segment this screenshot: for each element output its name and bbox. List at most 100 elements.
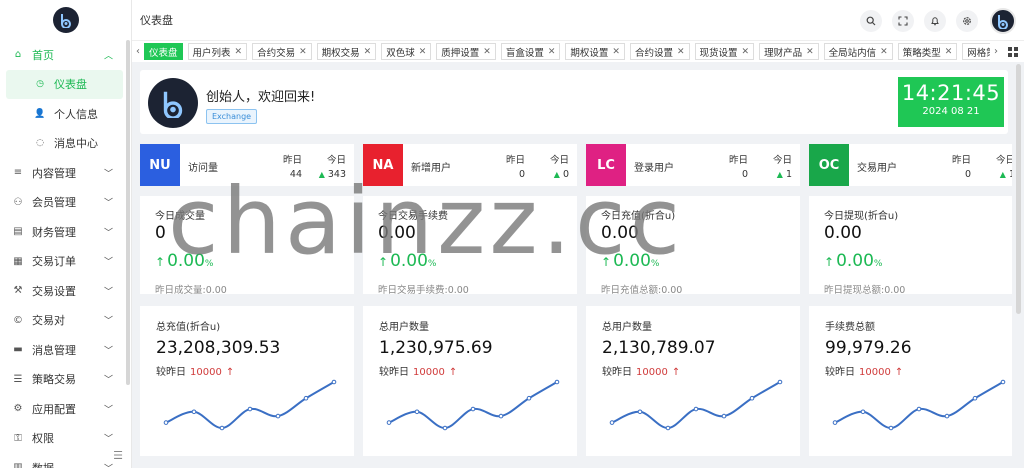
- yesterday-label: 昨日: [951, 155, 971, 166]
- sidebar-item-home[interactable]: ⌂ 首页 ︿: [0, 40, 131, 70]
- sidebar-item-data[interactable]: ▥ 数据 ﹀: [0, 453, 131, 468]
- tab-6[interactable]: 盲盒设置 ✕: [500, 43, 561, 60]
- arrow-up-icon: ▲: [776, 170, 783, 179]
- close-icon[interactable]: ✕: [677, 47, 685, 57]
- sparkline-line: [165, 381, 335, 430]
- sidebar-item-message[interactable]: ◌ 消息中心: [6, 129, 123, 159]
- welcome-card: 创始人，欢迎回来! Exchange 14:21:45 2024 08 21: [140, 70, 1008, 134]
- tab-label: 仪表盘: [149, 47, 178, 59]
- sidebar-item-user[interactable]: 👤 个人信息: [6, 99, 123, 129]
- close-icon[interactable]: ✕: [612, 47, 620, 57]
- stat-yesterday: 昨日 44: [283, 152, 302, 180]
- tab-11[interactable]: 全局站内信 ✕: [823, 43, 893, 60]
- volume-label: 今日充值(折合u): [601, 211, 676, 222]
- tab-label: 合约设置: [634, 47, 673, 59]
- tab-5[interactable]: 质押设置 ✕: [436, 43, 496, 60]
- percent-value: 0.00: [390, 251, 428, 271]
- percent-sign: %: [204, 259, 214, 269]
- bell-icon[interactable]: [924, 10, 946, 32]
- logo[interactable]: [0, 0, 131, 40]
- sidebar-item-label: 消息中心: [54, 137, 98, 151]
- collapse-menu-icon[interactable]: ☰: [113, 449, 123, 462]
- total-card: 总用户数量 1,230,975.69 较昨日 10000 ↑: [363, 306, 577, 456]
- sparkline-point: [637, 409, 643, 415]
- tab-13[interactable]: 网格策略✕: [962, 43, 990, 60]
- tab-7[interactable]: 期权设置 ✕: [565, 43, 625, 60]
- sparkline-point: [749, 395, 755, 401]
- user-avatar[interactable]: [990, 8, 1016, 34]
- tab-label: 全局站内信: [828, 47, 877, 59]
- volume-label: 今日交易手续费: [378, 211, 448, 222]
- tabs-scroll-left-icon[interactable]: ‹: [132, 46, 144, 57]
- daily-volume-card: 今日充值(折合u) 0.00 ↑ 0.00% 昨日充值总额:0.00: [586, 196, 800, 296]
- close-icon[interactable]: ✕: [806, 47, 814, 57]
- stat-badge: LC: [586, 144, 626, 186]
- tab-2[interactable]: 合约交易 ✕: [252, 43, 312, 60]
- sidebar-item-order[interactable]: ▦ 交易订单 ﹀: [0, 247, 131, 277]
- yesterday-value: 0: [741, 169, 748, 180]
- chevron-up-icon: ︿: [103, 51, 113, 62]
- total-label: 总充值(折合u): [156, 322, 221, 333]
- sparkline-point: [526, 395, 532, 401]
- sidebar-item-dashboard[interactable]: ◷ 仪表盘: [6, 69, 123, 99]
- percent-sign: %: [873, 259, 883, 269]
- volume-yesterday: 昨日充值总额:0.00: [601, 285, 683, 296]
- list-icon: ≡: [13, 167, 23, 179]
- total-label: 总用户数量: [602, 322, 652, 333]
- sidebar-item-finance[interactable]: ▤ 财务管理 ﹀: [0, 217, 131, 247]
- arrow-up-icon: ↑: [155, 255, 166, 269]
- sidebar-item-label: 会员管理: [32, 196, 76, 210]
- page-scrollbar[interactable]: [1012, 62, 1024, 468]
- role-tag: Exchange: [206, 109, 258, 124]
- arrow-up-icon: ▲: [999, 170, 1006, 179]
- close-icon[interactable]: ✕: [548, 47, 556, 57]
- tabs-scroll-right-icon[interactable]: ›: [990, 46, 1002, 57]
- settings-icon[interactable]: [956, 10, 978, 32]
- close-icon[interactable]: ✕: [483, 47, 491, 57]
- sparkline-point: [944, 413, 950, 419]
- tab-4[interactable]: 双色球 ✕: [381, 43, 432, 60]
- stat-today: 今日 ▲ 343: [319, 152, 346, 180]
- sidebar-item-config[interactable]: ⚙ 应用配置 ﹀: [0, 394, 131, 424]
- stat-yesterday: 昨日 0: [506, 152, 525, 180]
- brand-logo-icon: [52, 7, 79, 33]
- tab-3[interactable]: 期权交易 ✕: [316, 43, 377, 60]
- tabs-menu-icon[interactable]: [1002, 46, 1024, 57]
- volume-value: 0.00: [601, 223, 639, 243]
- sidebar-item-chat[interactable]: ▬ 消息管理 ﹀: [0, 335, 131, 365]
- tab-10[interactable]: 理财产品 ✕: [759, 43, 819, 60]
- stat-badge: OC: [809, 144, 849, 186]
- close-icon[interactable]: ✕: [419, 47, 427, 57]
- sparkline-point: [888, 425, 894, 431]
- close-icon[interactable]: ✕: [364, 47, 372, 57]
- today-label: 今日: [326, 155, 346, 166]
- close-icon[interactable]: ✕: [235, 47, 243, 57]
- sidebar-item-list[interactable]: ≡ 内容管理 ﹀: [0, 158, 131, 188]
- fullscreen-icon[interactable]: [892, 10, 914, 32]
- tab-label: 策略类型: [902, 47, 941, 59]
- sparkline-point: [721, 413, 727, 419]
- tab-9[interactable]: 现货设置 ✕: [694, 43, 755, 60]
- sidebar-item-member[interactable]: ⚇ 会员管理 ﹀: [0, 188, 131, 218]
- sidebar-item-permission[interactable]: ⚿ 权限 ﹀: [0, 424, 131, 454]
- search-icon[interactable]: [860, 10, 882, 32]
- tab-1[interactable]: 用户列表 ✕: [187, 43, 248, 60]
- stat-yesterday: 昨日 0: [952, 152, 971, 180]
- close-icon[interactable]: ✕: [880, 47, 888, 57]
- sidebar-scrollbar[interactable]: [126, 40, 130, 385]
- tab-8[interactable]: 合约设置 ✕: [629, 43, 690, 60]
- chevron-down-icon: ﹀: [103, 434, 113, 445]
- close-icon[interactable]: ✕: [299, 47, 307, 57]
- close-icon[interactable]: ✕: [945, 47, 953, 57]
- tab-0[interactable]: 仪表盘: [144, 43, 183, 60]
- sidebar-item-pair[interactable]: © 交易对 ﹀: [0, 306, 131, 336]
- total-card: 手续费总额 99,979.26 较昨日 10000 ↑: [809, 306, 1023, 456]
- sparkline-point: [1000, 379, 1006, 385]
- tab-12[interactable]: 策略类型 ✕: [897, 43, 958, 60]
- trend-sparkline: [163, 379, 337, 431]
- total-value: 1,230,975.69: [379, 338, 493, 358]
- sidebar-item-strategy[interactable]: ☰ 策略交易 ﹀: [0, 365, 131, 395]
- yesterday-label: 昨日: [728, 155, 748, 166]
- sidebar-item-wrench[interactable]: ⚒ 交易设置 ﹀: [0, 276, 131, 306]
- close-icon[interactable]: ✕: [742, 47, 750, 57]
